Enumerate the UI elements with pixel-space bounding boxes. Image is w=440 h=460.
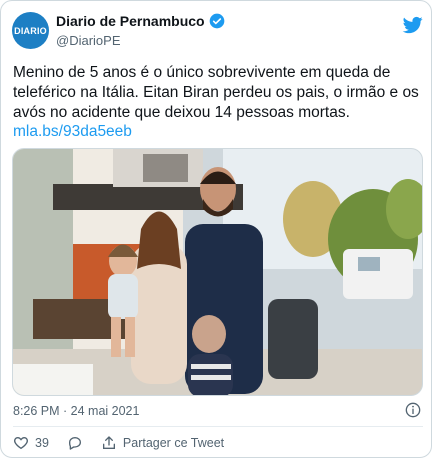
like-count: 39 <box>35 436 49 450</box>
handle[interactable]: @DiarioPE <box>56 33 121 48</box>
tweet-photo[interactable] <box>12 148 423 396</box>
avatar-label: DIARIO <box>14 25 47 36</box>
info-icon[interactable] <box>405 402 421 418</box>
tweet-link[interactable]: mla.bs/93da5eeb <box>13 123 132 141</box>
share-button[interactable]: Partager ce Tweet <box>101 435 224 451</box>
action-bar: 39 Partager ce Tweet <box>13 435 242 451</box>
reply-button[interactable] <box>67 435 83 451</box>
divider <box>13 426 423 427</box>
photo-illustration <box>13 149 422 395</box>
heart-icon <box>14 436 28 450</box>
author-name-row: Diario de Pernambuco <box>56 13 225 29</box>
tweet-card[interactable]: DIARIO Diario de Pernambuco @DiarioPE Me… <box>0 0 432 458</box>
avatar[interactable]: DIARIO <box>12 12 49 49</box>
verified-badge-icon <box>209 13 224 29</box>
like-button[interactable]: 39 <box>13 435 49 451</box>
display-name[interactable]: Diario de Pernambuco <box>56 13 205 29</box>
share-label: Partager ce Tweet <box>122 436 225 450</box>
tweet-text: Menino de 5 anos é o único sobrevivente … <box>13 64 419 121</box>
reply-icon <box>68 437 81 450</box>
twitter-bird-icon[interactable] <box>402 15 424 35</box>
tweet-timestamp[interactable]: 8:26 PM · 24 mai 2021 <box>13 404 139 418</box>
share-icon <box>102 436 115 449</box>
